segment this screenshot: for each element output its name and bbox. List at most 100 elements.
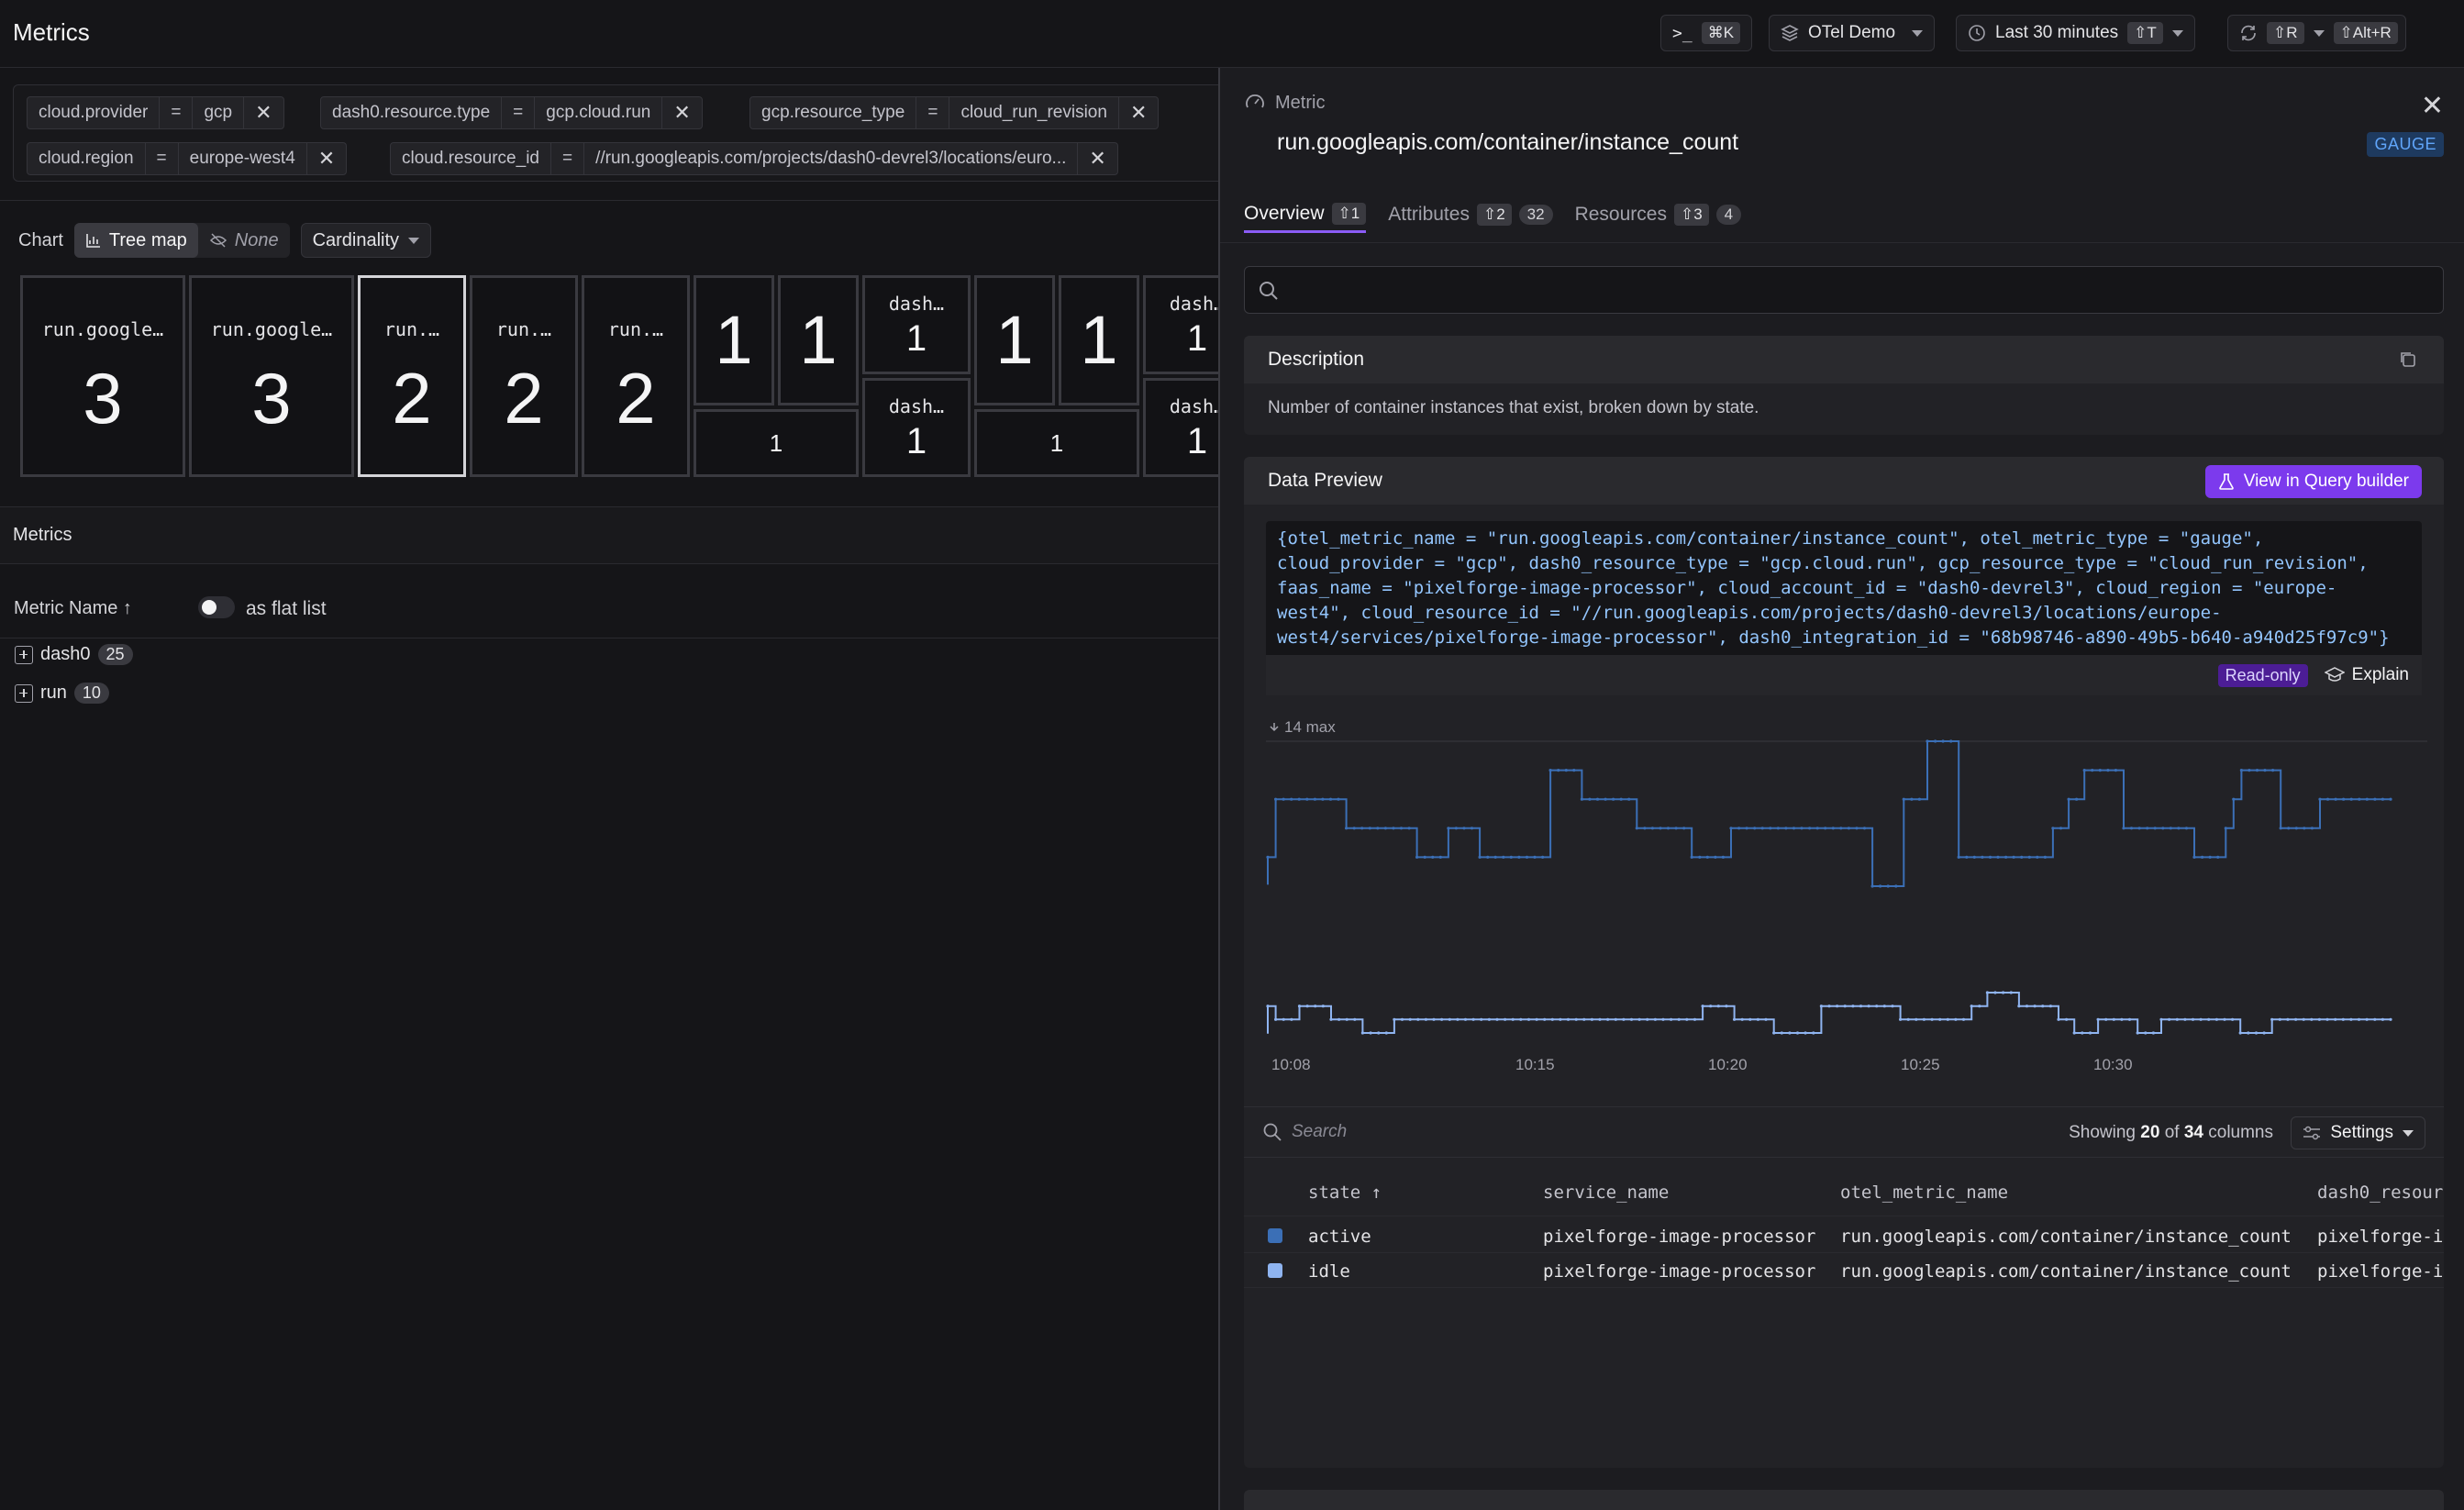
filter-operator[interactable]: = [916,97,950,128]
filter-operator[interactable]: = [160,97,194,128]
tile-value: 1 [1080,302,1118,378]
view-in-query-builder-button[interactable]: View in Query builder [2204,465,2422,498]
filter-chip[interactable]: dash0.resource.type = gcp.cloud.run ✕ [320,96,703,129]
none-option[interactable]: None [198,230,290,251]
query-line: {otel_metric_name = "run.googleapis.com/… [1277,528,2264,549]
chart-controls: Chart Tree map None Cardinality [18,222,432,259]
showing-count: 20 [2140,1123,2160,1142]
command-shortcut: ⌘K [1701,22,1741,44]
filter-chip[interactable]: cloud.provider = gcp ✕ [27,96,284,129]
close-icon[interactable]: ✕ [307,143,346,174]
series-line[interactable] [1267,740,2391,887]
data-point [1470,827,1474,830]
filter-chip[interactable]: gcp.resource_type = cloud_run_revision ✕ [749,96,1160,129]
cardinality-dropdown[interactable]: Cardinality [300,223,432,258]
treemap-tile[interactable]: 1 [694,409,859,477]
treemap-tile[interactable]: 1 [694,275,774,405]
column-header-state[interactable]: state ↑ [1308,1182,1382,1203]
table-row[interactable]: idle pixelforge-image-processor run.goog… [1244,1253,2444,1288]
tab-overview[interactable]: Overview ⇧1 [1244,196,1367,233]
filter-value[interactable]: //run.googleapis.com/projects/dash0-devr… [584,143,1079,174]
treemap-tile[interactable]: run.google… 3 [189,275,354,477]
filter-chip[interactable]: cloud.resource_id = //run.googleapis.com… [390,142,1118,175]
treemap-tile[interactable]: run.… 2 [470,275,578,477]
filter-value[interactable]: gcp.cloud.run [535,97,663,128]
data-point [2059,827,2063,830]
list-item[interactable]: run 10 [15,683,109,704]
treemap-tile[interactable]: 1 [778,275,859,405]
treemap-tile[interactable]: dash… 1 [1143,378,1218,477]
tile-value: 1 [1186,318,1208,359]
flat-list-toggle[interactable] [198,596,235,618]
column-header-dash0-resource[interactable]: dash0_resour [2317,1182,2443,1203]
tile-label: dash… [888,293,945,315]
expand-icon[interactable] [15,683,33,703]
data-point [1526,1017,1531,1021]
data-point [1604,797,1607,801]
data-point [1899,1017,1903,1021]
column-header-otel-metric-name[interactable]: otel_metric_name [1840,1182,2008,1203]
treemap-tile[interactable]: 1 [974,275,1055,405]
filter-bar[interactable]: cloud.provider = gcp ✕ dash0.resource.ty… [13,84,1218,182]
filter-operator[interactable]: = [146,143,179,174]
metric-name-sort[interactable]: Metric Name ↑ [14,598,132,619]
tree-map-option[interactable]: Tree map [73,223,198,258]
list-item[interactable]: dash0 25 [15,644,133,665]
table-search-input[interactable]: Search [1262,1122,1347,1142]
dataset-selector[interactable]: OTel Demo [1769,15,1936,51]
data-point [2381,1017,2384,1021]
refresh-button[interactable]: ⇧R ⇧Alt+R [2227,15,2406,51]
copy-icon[interactable] [2398,350,2418,370]
data-point [1548,769,1552,772]
close-icon[interactable]: ✕ [244,97,283,128]
chart-type-toggle[interactable]: Tree map None [73,223,290,258]
treemap-tile[interactable]: dash… 1 [862,378,971,477]
treemap-tile[interactable]: 1 [974,409,1139,477]
filter-chip[interactable]: cloud.region = europe-west4 ✕ [27,142,348,175]
treemap-tile[interactable]: run.google… 3 [20,275,185,477]
time-range-selector[interactable]: Last 30 minutes ⇧T [1956,15,2195,51]
data-point [1266,1005,1270,1008]
data-point [2310,1017,2314,1021]
command-palette-button[interactable]: >_ ⌘K [1660,15,1753,51]
table-row[interactable]: active pixelforge-image-processor run.go… [1244,1218,2444,1253]
explain-button[interactable]: Explain [2324,665,2409,685]
chevron-down-icon[interactable] [2313,29,2325,37]
treemap-tile[interactable]: run.… 2 [582,275,690,477]
expand-icon[interactable] [15,645,33,664]
data-point [1454,827,1458,830]
data-point [1859,1005,1863,1008]
filter-value[interactable]: gcp [193,97,245,128]
close-icon[interactable]: ✕ [662,97,701,128]
settings-button[interactable]: Settings [2291,1116,2425,1149]
data-point [2120,1017,2124,1021]
treemap-tile[interactable]: dash… 1 [862,275,971,374]
close-icon[interactable]: ✕ [1078,143,1116,174]
filter-operator[interactable]: = [502,97,536,128]
next-section [1244,1490,2444,1510]
data-point [1582,1017,1586,1021]
series-line[interactable] [1267,992,2391,1034]
data-point [2114,769,2117,772]
treemap-tile[interactable]: run.… 2 [358,275,466,477]
search-input[interactable] [1244,266,2444,314]
close-icon[interactable]: ✕ [1119,97,1158,128]
data-point [1788,1031,1792,1035]
data-point [2231,1017,2235,1021]
treemap-tile[interactable]: dash… 1 [1143,275,1218,374]
close-icon[interactable]: ✕ [2421,90,2444,122]
data-point [1392,827,1395,830]
tab-attributes[interactable]: Attributes ⇧2 32 [1388,196,1553,233]
treemap-tile[interactable]: 1 [1059,275,1139,405]
filter-operator[interactable]: = [551,143,585,174]
tab-resources[interactable]: Resources ⇧3 4 [1575,196,1742,233]
data-point [1360,827,1364,830]
data-point [2381,797,2384,801]
bar-chart-icon [86,234,100,248]
filter-value[interactable]: europe-west4 [179,143,307,174]
filter-value[interactable]: cloud_run_revision [949,97,1119,128]
data-point [1847,827,1850,830]
sliders-icon [2303,1126,2321,1140]
tile-label: dash… [888,395,945,417]
column-header-service-name[interactable]: service_name [1543,1182,1669,1203]
